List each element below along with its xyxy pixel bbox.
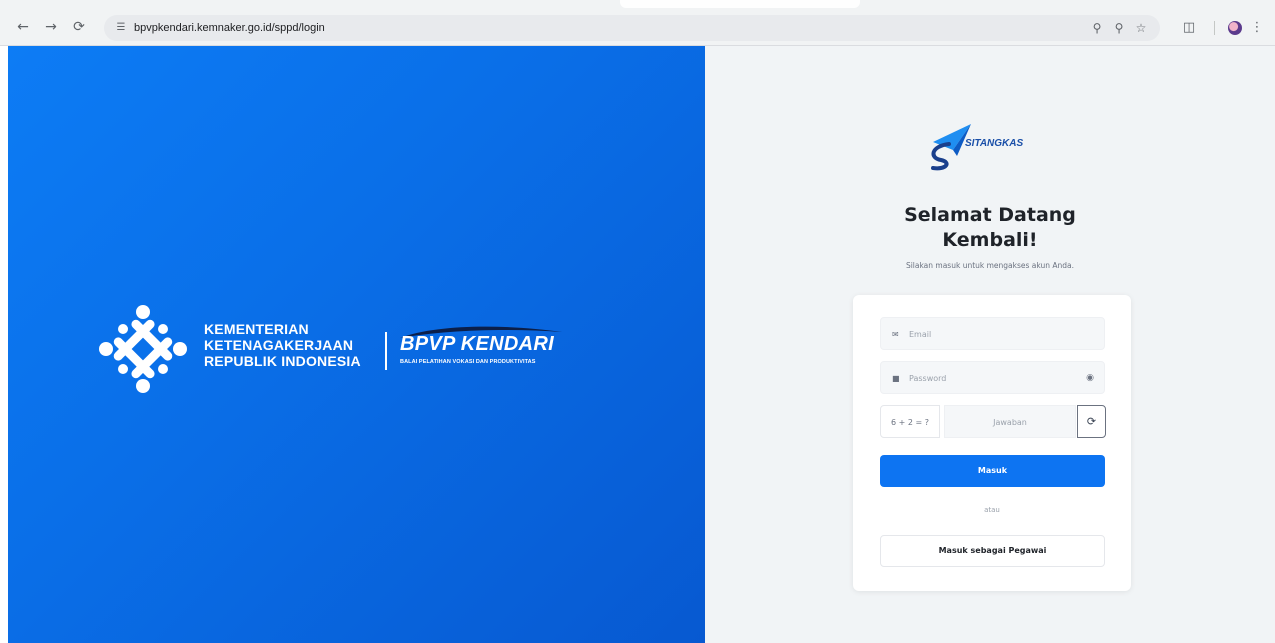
active-tab-edge — [620, 0, 860, 8]
email-field[interactable]: ✉ Email — [880, 317, 1105, 350]
zoom-icon[interactable]: ⚲ — [1109, 15, 1129, 41]
envelope-icon: ✉ — [892, 330, 899, 339]
email-placeholder: Email — [909, 330, 932, 339]
forward-icon[interactable]: → — [42, 18, 60, 36]
url-text[interactable]: bpvpkendari.kemnaker.go.id/sppd/login — [134, 15, 325, 41]
welcome-subtitle: Silakan masuk untuk mengakses akun Anda. — [905, 261, 1075, 270]
refresh-captcha-button[interactable]: ⟳ — [1077, 405, 1106, 438]
brand-name: SITANGKAS — [965, 138, 1024, 149]
ministry-name: KEMENTERIAN KETENAGAKERJAAN REPUBLIK IND… — [204, 321, 361, 369]
lock-icon: ■ — [892, 374, 900, 383]
kebab-menu-icon[interactable]: ⋮ — [1246, 15, 1268, 41]
welcome-line-1: Selamat Datang — [904, 204, 1076, 226]
ministry-line-2: KETENAGAKERJAAN — [204, 337, 354, 353]
logo-divider — [385, 332, 387, 370]
ministry-line-3: REPUBLIK INDONESIA — [204, 353, 361, 369]
back-icon[interactable]: ← — [14, 18, 32, 36]
employee-login-button[interactable]: Masuk sebagai Pegawai — [880, 535, 1105, 567]
hero-panel: KEMENTERIAN KETENAGAKERJAAN REPUBLIK IND… — [8, 46, 705, 643]
refresh-icon: ⟳ — [1086, 415, 1097, 428]
bpvp-subtitle: BALAI PELATIHAN VOKASI DAN PRODUKTIVITAS — [400, 359, 536, 365]
welcome-heading: Selamat Datang Kembali! — [705, 203, 1275, 253]
browser-toolbar: ← → ⟳ ☰ bpvpkendari.kemnaker.go.id/sppd/… — [0, 0, 1275, 46]
captcha-answer-field[interactable]: Jawaban — [944, 405, 1076, 438]
profile-avatar[interactable] — [1228, 21, 1242, 35]
captcha-question: 6 + 2 = ? — [880, 405, 940, 438]
or-divider-text: atau — [984, 506, 1000, 514]
password-placeholder: Password — [909, 374, 947, 383]
login-panel: SITANGKAS Selamat Datang Kembali! Silaka… — [705, 46, 1275, 643]
site-settings-icon[interactable]: ☰ — [114, 21, 128, 35]
reload-icon[interactable]: ⟳ — [70, 18, 88, 36]
login-button[interactable]: Masuk — [880, 455, 1105, 487]
password-field[interactable]: ■ Password ◉ — [880, 361, 1105, 394]
star-icon[interactable]: ☆ — [1131, 15, 1151, 41]
brand-logo: SITANGKAS — [927, 120, 1047, 172]
bpvp-title: BPVP KENDARI — [400, 333, 554, 355]
show-password-icon[interactable]: ◉ — [1086, 362, 1094, 395]
ministry-line-1: KEMENTERIAN — [204, 321, 309, 337]
kemnaker-logo-icon — [99, 305, 187, 393]
welcome-line-2: Kembali! — [942, 229, 1038, 251]
password-key-icon[interactable]: ⚲ — [1087, 15, 1107, 41]
login-card: ✉ Email ■ Password ◉ 6 + 2 = ? Jawaban ⟳… — [853, 295, 1131, 591]
toolbar-separator — [1214, 21, 1215, 35]
address-bar[interactable]: ☰ bpvpkendari.kemnaker.go.id/sppd/login — [104, 15, 1160, 41]
captcha-row: 6 + 2 = ? Jawaban ⟳ — [880, 405, 1106, 438]
extensions-icon[interactable]: ◫ — [1178, 15, 1200, 41]
